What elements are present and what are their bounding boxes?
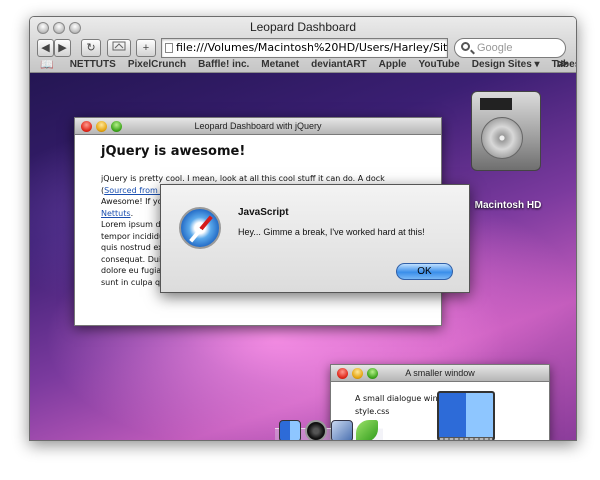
search-icon: [461, 42, 470, 51]
forward-button[interactable]: ▶: [54, 39, 71, 57]
search-field[interactable]: Google: [454, 38, 566, 58]
small-window-line: A small dialogue wind: [355, 394, 443, 403]
small-window-line: style.css: [355, 407, 390, 416]
bookmark-item[interactable]: NETTUTS: [70, 59, 116, 70]
safari-window: Leopard Dashboard ◀ ▶ ↻ + file:///Volume…: [29, 16, 577, 441]
bookmark-item[interactable]: Apple: [379, 59, 407, 70]
reload-button[interactable]: ↻: [81, 39, 101, 57]
small-window-title: A smaller window: [405, 368, 475, 378]
bookmark-item[interactable]: Metanet: [261, 59, 299, 70]
bookmark-item[interactable]: Baffle! inc.: [198, 59, 249, 70]
finder-icon[interactable]: [437, 391, 495, 440]
address-text: file:///Volumes/Macintosh%20HD/Users/Har…: [176, 41, 448, 54]
minimize-icon[interactable]: [96, 121, 107, 132]
dock-xcode-icon[interactable]: [331, 420, 353, 440]
sourced-from-link[interactable]: Sourced from N: [104, 186, 166, 195]
hard-drive-label-plate: [480, 98, 512, 110]
hard-drive-icon[interactable]: [467, 91, 545, 181]
hard-drive-platter: [481, 117, 523, 159]
add-bookmark-button[interactable]: +: [136, 39, 156, 57]
screenshot-stage: Leopard Dashboard ◀ ▶ ↻ + file:///Volume…: [0, 0, 600, 480]
bookmark-item[interactable]: deviantART: [311, 59, 367, 70]
bookmarks-bar: 📖 NETTUTS PixelCrunch Baffle! inc. Metan…: [30, 56, 576, 73]
dashboard-window-titlebar[interactable]: Leopard Dashboard with jQuery: [75, 118, 441, 135]
paragraph-line: jQuery is pretty cool. I mean, look at a…: [101, 174, 385, 183]
snapback-button[interactable]: [107, 39, 131, 57]
dashboard-window-title: Leopard Dashboard with jQuery: [194, 121, 322, 131]
browser-toolbar: Leopard Dashboard ◀ ▶ ↻ + file:///Volume…: [30, 17, 576, 73]
page-icon: [165, 43, 173, 53]
zoom-icon[interactable]: [367, 368, 378, 379]
javascript-alert-dialog: JavaScript Hey... Gimme a break, I've wo…: [160, 184, 470, 293]
address-bar[interactable]: file:///Volumes/Macintosh%20HD/Users/Har…: [161, 38, 448, 58]
close-icon[interactable]: [337, 368, 348, 379]
bookmarks-book-icon[interactable]: 📖: [40, 58, 54, 71]
dock-finder-icon[interactable]: [279, 420, 301, 440]
dock-dashboard-icon[interactable]: [305, 420, 327, 440]
minimize-icon[interactable]: [352, 368, 363, 379]
alert-message: Hey... Gimme a break, I've worked hard a…: [238, 227, 425, 237]
close-icon[interactable]: [81, 121, 92, 132]
bookmarks-overflow-icon[interactable]: ≫: [556, 57, 568, 70]
alert-title: JavaScript: [238, 207, 289, 218]
nettuts-link[interactable]: Nettuts: [101, 209, 131, 218]
window-title: Leopard Dashboard: [249, 20, 357, 34]
small-window-content: A small dialogue wind style.css: [355, 392, 443, 418]
small-window-titlebar[interactable]: A smaller window: [331, 365, 549, 382]
snapback-icon: [112, 41, 126, 51]
bookmark-item[interactable]: YouTube: [418, 59, 459, 70]
zoom-icon[interactable]: [111, 121, 122, 132]
paragraph-text: .: [130, 208, 134, 218]
page-viewport: Macintosh HD Leopard Dashboard with jQue…: [30, 73, 576, 440]
back-button[interactable]: ◀: [37, 39, 54, 57]
page-heading: jQuery is awesome!: [101, 144, 246, 159]
bookmark-item[interactable]: Design Sites ▾: [472, 59, 540, 70]
safari-compass-icon: [179, 207, 221, 249]
search-placeholder: Google: [477, 42, 513, 54]
hard-drive-caption: Macintosh HD: [474, 200, 542, 211]
ok-button[interactable]: OK: [396, 263, 453, 280]
bookmark-item[interactable]: PixelCrunch: [128, 59, 186, 70]
